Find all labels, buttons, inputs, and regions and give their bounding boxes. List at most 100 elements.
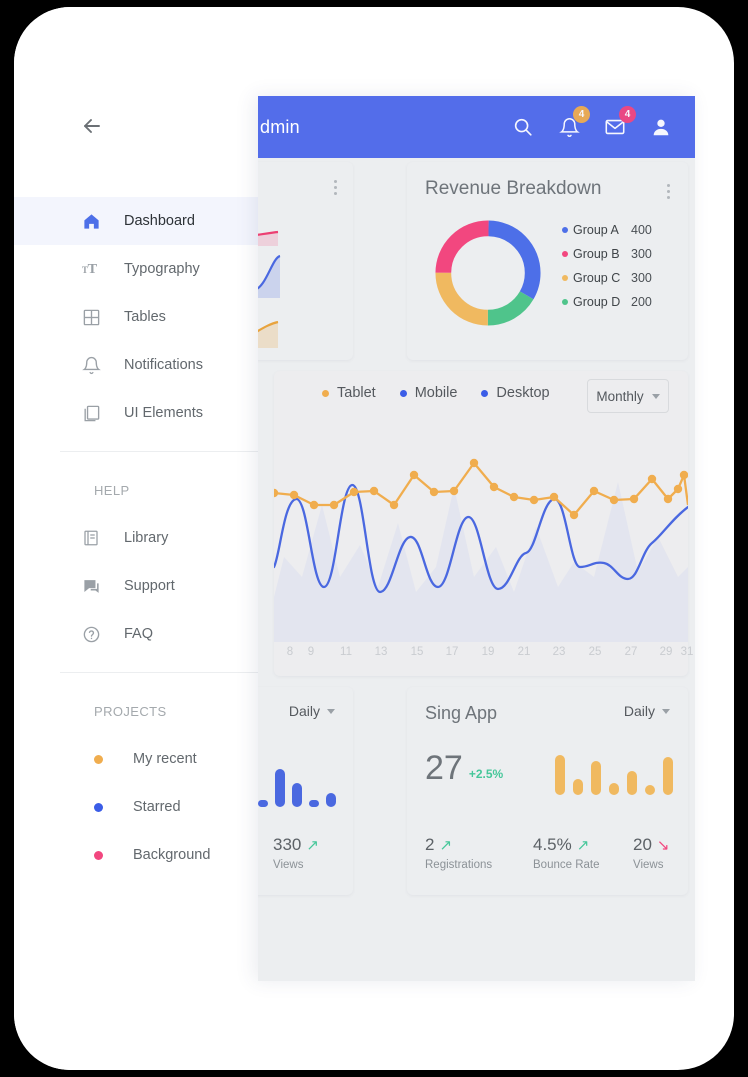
bar: [627, 771, 637, 795]
sidebar-item-label: FAQ: [124, 626, 154, 642]
legend-item: Group A 400: [562, 218, 652, 242]
legend-color-dot: [562, 251, 568, 257]
sidebar-item-typography[interactable]: T T Typography: [14, 245, 294, 293]
sidebar-project-starred[interactable]: Starred: [14, 783, 294, 831]
home-icon: [80, 210, 102, 232]
legend-color-dot: [481, 389, 489, 397]
stat-value: 20: [633, 835, 652, 854]
x-tick: 19: [481, 646, 495, 658]
legend-label: Mobile: [414, 385, 458, 401]
avatar[interactable]: [649, 115, 673, 139]
legend-value: 300: [631, 271, 652, 285]
legend-color-dot: [562, 227, 568, 233]
arrow-up-icon: ↗: [306, 837, 319, 854]
devices-chart-card: Tablet Mobile Desktop Monthly 8 9 11 13 …: [274, 371, 694, 676]
x-tick: 17: [445, 646, 459, 658]
sidebar-item-label: Dashboard: [124, 213, 195, 229]
x-tick: 29: [659, 646, 673, 658]
legend-label: Desktop: [496, 385, 550, 401]
chart-period-value: Monthly: [596, 388, 644, 404]
sidebar-project-label: My recent: [133, 751, 197, 767]
legend-value: 400: [631, 223, 652, 237]
table-grid-icon: [80, 306, 102, 328]
sidebar-item-support[interactable]: Support: [14, 562, 294, 610]
sing-app-title: Sing App: [425, 703, 498, 723]
sidebar-item-label: Notifications: [124, 357, 203, 373]
notifications-badge: 4: [573, 106, 590, 123]
period-value: Daily: [623, 703, 655, 719]
sing-app-kpi: 27 +2.5%: [425, 749, 503, 788]
legend-label: Group C: [573, 271, 621, 285]
app-header: dmin 4 4: [258, 96, 695, 158]
dashboard-content: Revenue Breakdown Group A 400 Group B 30…: [258, 158, 695, 981]
project-color-dot: [94, 754, 103, 764]
sidebar-item-faq[interactable]: FAQ: [14, 610, 294, 658]
sidebar-item-dashboard[interactable]: Dashboard: [14, 197, 294, 245]
sidebar-project-my-recent[interactable]: My recent: [14, 735, 294, 783]
sing-app-card: Sing App Daily 27 +2.5% 2 ↗ Registration…: [407, 687, 688, 895]
sidebar-item-label: UI Elements: [124, 405, 203, 421]
notifications-bell-icon[interactable]: 4: [557, 106, 590, 139]
chart-x-axis: 8 9 11 13 15 17 19 21 23 25 27 29 31: [274, 646, 694, 662]
sidebar-item-label: Tables: [124, 309, 166, 325]
revenue-legend: Group A 400 Group B 300 Group C 300 Grou…: [562, 218, 652, 314]
chevron-down-icon: [651, 393, 660, 399]
more-vertical-icon[interactable]: [666, 184, 670, 199]
sidebar-project-label: Background: [133, 847, 211, 863]
legend-label: Group B: [573, 247, 620, 261]
left-card-period-select[interactable]: Daily: [289, 703, 335, 719]
x-tick: 23: [552, 646, 566, 658]
stat-value: 4.5%: [533, 835, 572, 854]
legend-label: Group D: [573, 295, 621, 309]
sidebar-item-label: Typography: [124, 261, 200, 277]
sidebar-item-notifications[interactable]: Notifications: [14, 341, 294, 389]
legend-color-dot: [322, 389, 329, 397]
stat-label: Registrations: [425, 859, 493, 871]
arrow-up-icon: ↗: [576, 837, 590, 854]
sidebar-heading-projects: PROJECTS: [94, 704, 167, 719]
header-actions: 4 4: [511, 106, 695, 139]
sidebar-help-nav: Library Support FAQ: [14, 514, 294, 658]
devices-chart-legend: Tablet Mobile Desktop: [322, 385, 550, 401]
x-tick: 31: [680, 646, 694, 658]
left-card-stat: 330 ↗ Views: [273, 835, 319, 871]
mail-icon[interactable]: 4: [603, 106, 636, 139]
x-tick: 21: [517, 646, 531, 658]
chart-period-select[interactable]: Monthly: [587, 379, 669, 413]
svg-text:T: T: [88, 261, 98, 277]
sing-app-period-select[interactable]: Daily: [624, 703, 670, 719]
legend-label: Group A: [573, 223, 619, 237]
legend-value: 200: [631, 295, 652, 309]
revenue-card-title: Revenue Breakdown: [425, 178, 602, 199]
sidebar-item-ui-elements[interactable]: UI Elements: [14, 389, 294, 437]
bar: [309, 800, 319, 807]
back-arrow-icon[interactable]: [80, 114, 104, 143]
x-tick: 15: [410, 646, 424, 658]
sidebar-project-background[interactable]: Background: [14, 831, 294, 879]
revenue-donut-chart: [429, 214, 547, 332]
project-color-dot: [94, 802, 103, 812]
legend-color-dot: [562, 299, 568, 305]
x-tick: 11: [340, 646, 352, 658]
sing-app-delta: +2.5%: [468, 767, 504, 781]
bar: [645, 785, 655, 795]
left-card-bar-chart: [258, 765, 336, 807]
chat-icon: [80, 575, 102, 597]
more-vertical-icon[interactable]: [333, 180, 337, 195]
book-icon: [80, 527, 102, 549]
bar: [292, 783, 302, 807]
sidebar-item-tables[interactable]: Tables: [14, 293, 294, 341]
x-tick: 25: [588, 646, 602, 658]
legend-item-desktop: Desktop: [481, 385, 550, 401]
sidebar-projects-nav: My recent Starred Background: [14, 735, 294, 879]
mail-badge: 4: [619, 106, 636, 123]
search-icon[interactable]: [511, 115, 535, 139]
bar: [573, 779, 583, 795]
sidebar-item-label: Library: [124, 530, 169, 546]
sidebar-item-library[interactable]: Library: [14, 514, 294, 562]
sing-app-bar-chart: [555, 753, 673, 795]
stat-value: 2: [425, 835, 435, 854]
back-button[interactable]: [14, 103, 274, 153]
tablet-data-markers: [274, 458, 688, 520]
sing-app-stat-views: 20 ↘ Views: [633, 835, 670, 871]
